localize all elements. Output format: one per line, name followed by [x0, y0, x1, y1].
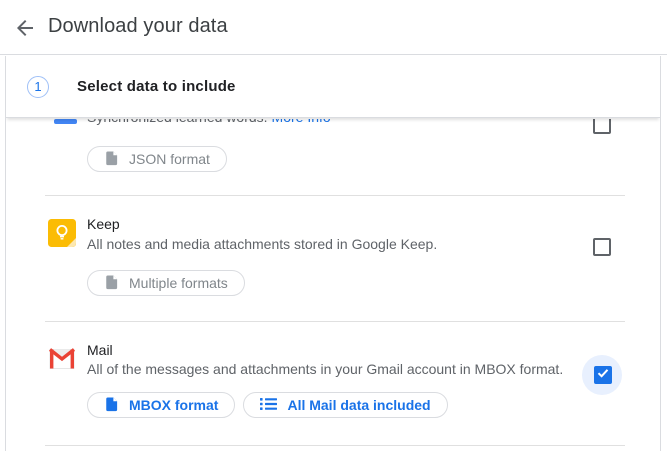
arrow-left-icon: [13, 28, 37, 43]
product-list: Synchronized learned words.More Info JSO…: [6, 119, 660, 451]
list-item-keep: Keep All notes and media attachments sto…: [6, 196, 660, 322]
app-bar: Download your data: [0, 0, 667, 55]
check-icon: [596, 366, 610, 385]
input-tools-icon: [54, 119, 77, 124]
more-info-link[interactable]: More Info: [272, 119, 331, 125]
service-description: All of the messages and attachments in y…: [87, 361, 563, 377]
file-icon: [104, 396, 119, 415]
checkbox-synchronized-learned-words[interactable]: [593, 119, 611, 134]
list-item-synchronized-learned-words: Synchronized learned words.More Info JSO…: [6, 119, 660, 196]
format-chip-mbox[interactable]: MBOX format: [87, 392, 235, 418]
checkbox-keep[interactable]: [593, 238, 611, 256]
checkbox-mail[interactable]: [594, 366, 612, 384]
chip-rail: MBOX format All Mail data included: [87, 392, 448, 418]
service-title: Mail: [87, 342, 113, 358]
takeout-card: 1 Select data to include Synchronized le…: [5, 56, 661, 451]
gmail-icon: [48, 345, 76, 373]
chip-label: MBOX format: [129, 397, 218, 413]
step-number-badge: 1: [27, 76, 49, 98]
step-header: 1 Select data to include: [6, 56, 660, 118]
service-description: All notes and media attachments stored i…: [87, 236, 437, 252]
service-title: Keep: [87, 216, 120, 232]
format-chip-multiple-formats[interactable]: Multiple formats: [87, 270, 245, 296]
chip-label: JSON format: [129, 151, 210, 167]
back-button[interactable]: [13, 16, 37, 40]
file-icon: [104, 150, 119, 169]
divider: [45, 445, 625, 446]
list-icon: [260, 397, 277, 414]
service-description: Synchronized learned words.More Info: [87, 119, 331, 125]
chip-label: All Mail data included: [287, 397, 430, 413]
format-chip-json[interactable]: JSON format: [87, 146, 227, 172]
file-icon: [104, 274, 119, 293]
step-label: Select data to include: [77, 78, 236, 95]
chip-rail: Multiple formats: [87, 270, 245, 296]
list-item-mail: Mail All of the messages and attachments…: [6, 322, 660, 451]
mail-data-chip[interactable]: All Mail data included: [243, 392, 447, 418]
chip-label: Multiple formats: [129, 275, 228, 291]
page-title: Download your data: [48, 15, 228, 38]
chip-rail: JSON format: [87, 146, 227, 172]
keep-icon: [48, 219, 76, 247]
